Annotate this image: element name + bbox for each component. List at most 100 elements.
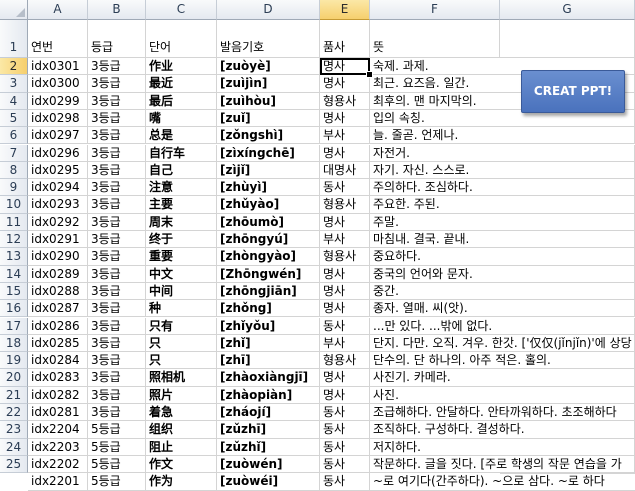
table-cell-e10[interactable]: 형용사 xyxy=(320,196,370,214)
table-cell-a9[interactable]: idx0294 xyxy=(28,179,88,197)
table-cell-d13[interactable]: [zhòngyào] xyxy=(217,248,320,266)
table-cell-e23[interactable]: 동사 xyxy=(320,421,370,439)
table-cell-d17[interactable]: [zhǐyǒu] xyxy=(217,317,320,335)
table-cell-f10[interactable]: 주요한. 주된. xyxy=(370,196,635,214)
table-cell-c6[interactable]: 总是 xyxy=(146,127,217,145)
table-cell-f22[interactable]: 조급해하다. 안달하다. 안타까워하다. 초조해하다 xyxy=(370,404,635,422)
table-cell-b16[interactable]: 3등급 xyxy=(88,300,146,318)
table-cell-b13[interactable]: 3등급 xyxy=(88,248,146,266)
row-header-25[interactable]: 25 xyxy=(0,455,28,474)
table-cell-a12[interactable]: idx0291 xyxy=(28,231,88,249)
row-header-22[interactable]: 22 xyxy=(0,404,28,422)
table-cell-e7[interactable]: 명사 xyxy=(320,144,370,162)
table-cell-f16[interactable]: 종자. 열매. 씨(앗). xyxy=(370,300,635,318)
table-cell-a6[interactable]: idx0297 xyxy=(28,127,88,145)
table-cell-d23[interactable]: [zǔzhī] xyxy=(217,421,320,439)
table-cell-d25[interactable]: [zuòwén] xyxy=(217,455,320,474)
table-cell-d3[interactable]: [zuìjìn] xyxy=(217,75,320,93)
table-cell-c22[interactable]: 着急 xyxy=(146,404,217,422)
table-cell-e26[interactable]: 동사 xyxy=(320,473,370,491)
table-cell-e9[interactable]: 동사 xyxy=(320,179,370,197)
row-header-10[interactable]: 10 xyxy=(0,196,28,214)
table-cell-d22[interactable]: [zháojí] xyxy=(217,404,320,422)
table-cell-e11[interactable]: 명사 xyxy=(320,213,370,231)
table-cell-e20[interactable]: 명사 xyxy=(320,369,370,387)
row-header-1[interactable]: 1 xyxy=(0,20,28,58)
table-cell-d16[interactable]: [zhǒng] xyxy=(217,300,320,318)
table-cell-a15[interactable]: idx0288 xyxy=(28,282,88,301)
table-cell-e21[interactable]: 명사 xyxy=(320,386,370,404)
header-cell-c[interactable]: 단어 xyxy=(146,20,217,58)
select-all-corner[interactable] xyxy=(0,0,28,20)
table-cell-f17[interactable]: ...만 있다. ...밖에 없다. xyxy=(370,318,635,335)
table-cell-a10[interactable]: idx0293 xyxy=(28,196,88,214)
table-cell-a2[interactable]: idx0301 xyxy=(28,58,88,76)
table-cell-a21[interactable]: idx0282 xyxy=(28,386,88,404)
header-cell-g[interactable] xyxy=(500,20,635,58)
table-cell-c21[interactable]: 照片 xyxy=(146,386,217,404)
table-cell-b14[interactable]: 3등급 xyxy=(88,265,146,283)
table-cell-f20[interactable]: 사진기. 카메라. xyxy=(370,369,635,387)
column-header-a[interactable]: A xyxy=(28,0,88,20)
table-cell-c25[interactable]: 作文 xyxy=(146,455,217,474)
header-cell-d[interactable]: 발음기호 xyxy=(217,20,320,58)
table-cell-b5[interactable]: 3등급 xyxy=(88,109,146,128)
row-header-17[interactable]: 17 xyxy=(0,317,28,335)
table-cell-c16[interactable]: 种 xyxy=(146,300,217,318)
spreadsheet-grid[interactable]: A B C D E F G 1 2 3 4 5 6 7 8 9 10 11 12 13 14 15 16 17 18 19 20 21… xyxy=(0,0,635,491)
table-cell-d4[interactable]: [zuìhòu] xyxy=(217,92,320,110)
column-header-c[interactable]: C xyxy=(146,0,217,20)
table-cell-b20[interactable]: 3등급 xyxy=(88,369,146,387)
table-cell-d10[interactable]: [zhǔyào] xyxy=(217,196,320,214)
column-header-f[interactable]: F xyxy=(370,0,500,20)
table-cell-e18[interactable]: 부사 xyxy=(320,334,370,353)
table-cell-b4[interactable]: 3등급 xyxy=(88,92,146,110)
table-cell-a25[interactable]: idx2202 xyxy=(28,455,88,474)
column-header-e[interactable]: E xyxy=(320,0,370,20)
table-cell-e16[interactable]: 명사 xyxy=(320,300,370,318)
table-cell-f15[interactable]: 중간. xyxy=(370,283,635,301)
row-header-5[interactable]: 5 xyxy=(0,109,28,128)
table-cell-c3[interactable]: 最近 xyxy=(146,75,217,93)
table-cell-a23[interactable]: idx2204 xyxy=(28,421,88,439)
table-cell-c12[interactable]: 终于 xyxy=(146,231,217,249)
table-cell-a24[interactable]: idx2203 xyxy=(28,438,88,456)
table-cell-b17[interactable]: 3등급 xyxy=(88,317,146,335)
table-cell-f8[interactable]: 자기. 자신. 스스로. xyxy=(370,162,635,180)
column-header-b[interactable]: B xyxy=(88,0,146,20)
row-header-8[interactable]: 8 xyxy=(0,161,28,180)
table-cell-b7[interactable]: 3등급 xyxy=(88,144,146,162)
create-ppt-button[interactable]: CREAT PPT! xyxy=(521,70,625,113)
table-cell-a7[interactable]: idx0296 xyxy=(28,144,88,162)
table-cell-b23[interactable]: 5등급 xyxy=(88,421,146,439)
table-cell-e15[interactable]: 명사 xyxy=(320,282,370,301)
table-cell-d8[interactable]: [zìjǐ] xyxy=(217,161,320,180)
table-cell-a8[interactable]: idx0295 xyxy=(28,161,88,180)
table-cell-c15[interactable]: 中间 xyxy=(146,282,217,301)
column-header-d[interactable]: D xyxy=(217,0,320,20)
table-cell-c14[interactable]: 中文 xyxy=(146,265,217,283)
table-cell-b8[interactable]: 3등급 xyxy=(88,161,146,180)
table-cell-c8[interactable]: 自己 xyxy=(146,161,217,180)
table-cell-c17[interactable]: 只有 xyxy=(146,317,217,335)
table-cell-a4[interactable]: idx0299 xyxy=(28,92,88,110)
row-header-9[interactable]: 9 xyxy=(0,179,28,197)
column-header-g[interactable]: G xyxy=(500,0,635,20)
table-cell-b22[interactable]: 3등급 xyxy=(88,404,146,422)
table-cell-a19[interactable]: idx0284 xyxy=(28,352,88,370)
row-header-19[interactable]: 19 xyxy=(0,352,28,370)
table-cell-e4[interactable]: 형용사 xyxy=(320,92,370,110)
table-cell-a11[interactable]: idx0292 xyxy=(28,213,88,231)
table-cell-e14[interactable]: 명사 xyxy=(320,265,370,283)
table-cell-e5[interactable]: 명사 xyxy=(320,109,370,128)
table-cell-c20[interactable]: 照相机 xyxy=(146,369,217,387)
table-cell-c7[interactable]: 自行车 xyxy=(146,144,217,162)
fill-handle[interactable] xyxy=(366,71,373,79)
header-cell-b[interactable]: 등급 xyxy=(88,20,146,58)
row-header-24[interactable]: 24 xyxy=(0,438,28,456)
table-cell-d19[interactable]: [zhī] xyxy=(217,352,320,370)
row-header-6[interactable]: 6 xyxy=(0,127,28,145)
table-cell-e12[interactable]: 부사 xyxy=(320,231,370,249)
table-cell-f13[interactable]: 중요하다. xyxy=(370,248,635,266)
row-header-2[interactable]: 2 xyxy=(0,58,28,76)
